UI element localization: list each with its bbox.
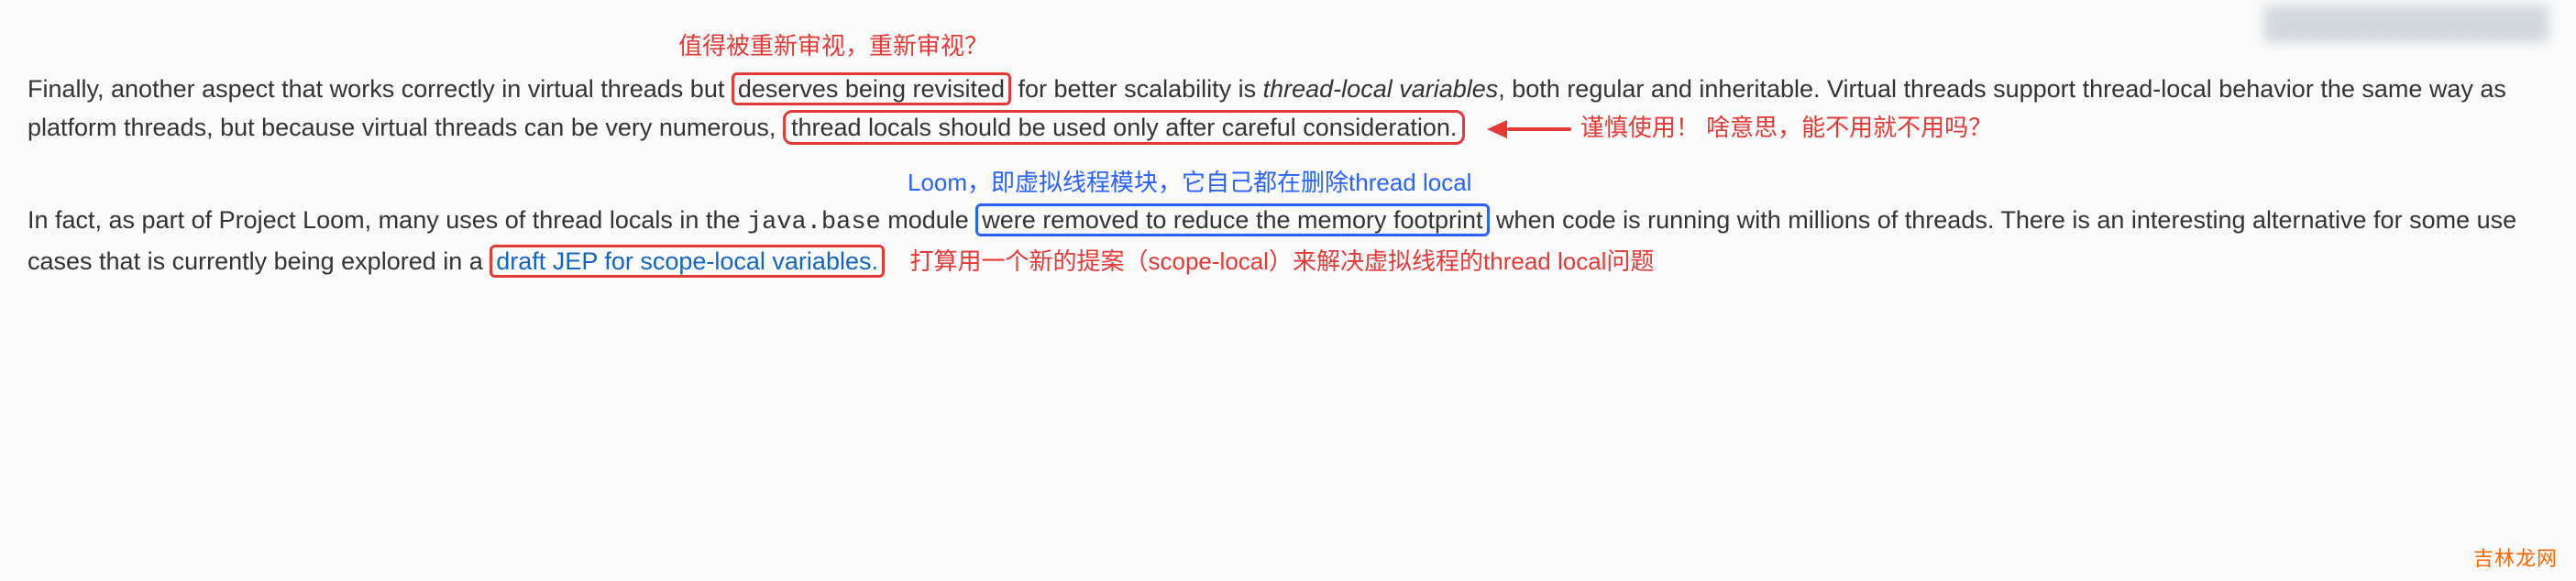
watermark: 吉林龙网 bbox=[2473, 543, 2558, 572]
p1-italic-thread-local: thread-local variables bbox=[1263, 75, 1499, 103]
p2-text-1: In fact, as part of Project Loom, many u… bbox=[28, 206, 747, 234]
annotation-right-blue: Loom，即虚拟线程模块，它自己都在删除thread local bbox=[908, 164, 2548, 198]
p1-text-2: for better scalability is bbox=[1011, 75, 1263, 103]
paragraph-1: Finally, another aspect that works corre… bbox=[28, 71, 2548, 148]
p2-mono-javabase: java.base bbox=[747, 209, 881, 236]
p1-boxed-consideration: thread locals should be used only after … bbox=[783, 110, 1465, 145]
annotation-top-red: 值得被重新审视，重新审视？ bbox=[678, 27, 2548, 61]
p2-boxed-removed: were removed to reduce the memory footpr… bbox=[975, 203, 1489, 236]
arrow-icon bbox=[1487, 120, 1571, 138]
draft-jep-link[interactable]: draft JEP for scope-local variables. bbox=[490, 245, 885, 278]
document-content: 值得被重新审视，重新审视？ Finally, another aspect th… bbox=[28, 27, 2548, 280]
p2-text-2: module bbox=[881, 206, 976, 234]
p1-text-1: Finally, another aspect that works corre… bbox=[28, 75, 732, 103]
annotation-right-red: 谨慎使用！ 啥意思，能不用就不用吗？ bbox=[1580, 114, 1992, 141]
annotation-bottom-red: 打算用一个新的提案（scope-local）来解决虚拟线程的thread loc… bbox=[910, 247, 1655, 275]
paragraph-2: In fact, as part of Project Loom, many u… bbox=[28, 202, 2548, 281]
p1-boxed-deserves: deserves being revisited bbox=[732, 72, 1011, 105]
